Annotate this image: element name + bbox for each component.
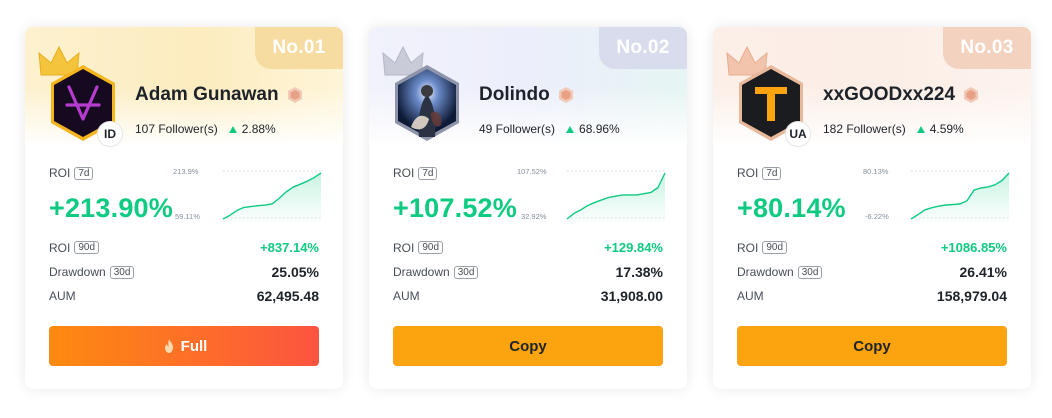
trader-name-text: Adam Gunawan xyxy=(135,84,279,105)
stat-roi-90d: ROI 90d +129.84% xyxy=(393,240,663,255)
stat-aum: AUM 62,495.48 xyxy=(49,288,319,304)
copy-button[interactable]: Copy xyxy=(737,326,1007,366)
sparkline-area xyxy=(223,173,321,225)
rank-badge: No.03 xyxy=(943,27,1031,69)
period-tag: 7d xyxy=(762,166,782,180)
roi-sparkline xyxy=(566,170,666,225)
stat-drawdown: Drawdown 30d 25.05% xyxy=(49,264,319,280)
followers-info: 182 Follower(s) 4.59% xyxy=(823,122,964,136)
stat-drawdown: Drawdown 30d 26.41% xyxy=(737,264,1007,280)
stat-value: 158,979.04 xyxy=(936,288,1007,304)
country-flag-badge: UA xyxy=(785,121,811,147)
stat-drawdown: Drawdown 30d 17.38% xyxy=(393,264,663,280)
trader-name-text: Dolindo xyxy=(479,84,550,105)
stat-label: ROI xyxy=(737,240,759,255)
roi-label-text: ROI xyxy=(49,166,71,180)
up-arrow-icon xyxy=(916,125,925,133)
stat-value: +837.14% xyxy=(260,240,319,255)
up-arrow-icon xyxy=(228,125,237,133)
stat-value: 31,908.00 xyxy=(600,288,663,304)
period-tag: 30d xyxy=(797,265,823,279)
followers-info: 49 Follower(s) 68.96% xyxy=(479,122,620,136)
trader-card-1[interactable]: No.01 ID Adam Gunawan 107 Follower(s) 2.… xyxy=(25,27,343,389)
stat-value: 26.41% xyxy=(959,264,1007,280)
period-tag: 30d xyxy=(453,265,479,279)
roi-sparkline xyxy=(222,170,322,225)
stat-label: AUM xyxy=(49,289,76,303)
follower-change: 4.59% xyxy=(929,122,964,136)
period-tag: 90d xyxy=(418,241,444,254)
roi-label-text: ROI xyxy=(737,166,759,180)
roi-7d-value: +107.52% xyxy=(393,193,517,223)
button-label: Copy xyxy=(853,337,891,355)
stat-aum: AUM 31,908.00 xyxy=(393,288,663,304)
stat-label: Drawdown xyxy=(393,265,450,279)
rank-badge-icon xyxy=(287,87,302,103)
period-tag: 7d xyxy=(74,166,94,180)
button-label: Copy xyxy=(509,337,547,355)
period-tag: 30d xyxy=(109,265,135,279)
followers-info: 107 Follower(s) 2.88% xyxy=(135,122,276,136)
trader-name[interactable]: xxGOODxx224 xyxy=(823,84,981,106)
roi-label: ROI 7d xyxy=(49,166,94,180)
button-label: Full xyxy=(180,337,208,355)
stat-value: +129.84% xyxy=(604,240,663,255)
trader-name-text: xxGOODxx224 xyxy=(823,84,956,105)
follower-count: 182 Follower(s) xyxy=(823,122,906,136)
stat-label: ROI xyxy=(393,240,415,255)
up-arrow-icon xyxy=(566,125,575,133)
stat-label: Drawdown xyxy=(49,265,106,279)
rank-badge: No.02 xyxy=(599,27,687,69)
sparkline-area xyxy=(911,173,1009,225)
roi-label: ROI 7d xyxy=(393,166,438,180)
stat-label: ROI xyxy=(49,240,71,255)
roi-label: ROI 7d xyxy=(737,166,782,180)
roi-7d-value: +80.14% xyxy=(737,193,846,223)
stat-value: +1086.85% xyxy=(940,240,1007,255)
country-flag-badge: ID xyxy=(97,121,123,147)
stat-roi-90d: ROI 90d +1086.85% xyxy=(737,240,1007,255)
follower-count: 107 Follower(s) xyxy=(135,122,218,136)
trader-card-3[interactable]: No.03 UA xxGOODxx224 182 Follower(s) 4.5… xyxy=(713,27,1031,389)
period-tag: 90d xyxy=(762,241,788,254)
fire-icon xyxy=(164,339,173,353)
rank-badge-icon xyxy=(558,87,573,103)
stat-value: 17.38% xyxy=(615,264,663,280)
roi-sparkline xyxy=(910,170,1010,225)
rank-badge-icon xyxy=(964,87,979,103)
stat-value: 25.05% xyxy=(271,264,319,280)
period-tag: 90d xyxy=(74,241,100,254)
avatar[interactable] xyxy=(391,63,463,143)
follower-change: 68.96% xyxy=(579,122,620,136)
full-button[interactable]: Full xyxy=(49,326,319,366)
stat-roi-90d: ROI 90d +837.14% xyxy=(49,240,319,255)
trader-name[interactable]: Adam Gunawan xyxy=(135,84,305,106)
sparkline-area xyxy=(567,173,665,225)
stat-label: AUM xyxy=(737,289,764,303)
follower-change: 2.88% xyxy=(241,122,276,136)
trader-name[interactable]: Dolindo xyxy=(479,84,576,106)
roi-label-text: ROI xyxy=(393,166,415,180)
stat-value: 62,495.48 xyxy=(256,288,319,304)
stat-aum: AUM 158,979.04 xyxy=(737,288,1007,304)
stat-label: AUM xyxy=(393,289,420,303)
follower-count: 49 Follower(s) xyxy=(479,122,556,136)
rank-badge: No.01 xyxy=(255,27,343,69)
roi-7d-value: +213.90% xyxy=(49,193,173,223)
period-tag: 7d xyxy=(418,166,438,180)
trader-card-2[interactable]: No.02 Dolindo 49 Follower(s) 68.96% ROI … xyxy=(369,27,687,389)
copy-button[interactable]: Copy xyxy=(393,326,663,366)
stat-label: Drawdown xyxy=(737,265,794,279)
